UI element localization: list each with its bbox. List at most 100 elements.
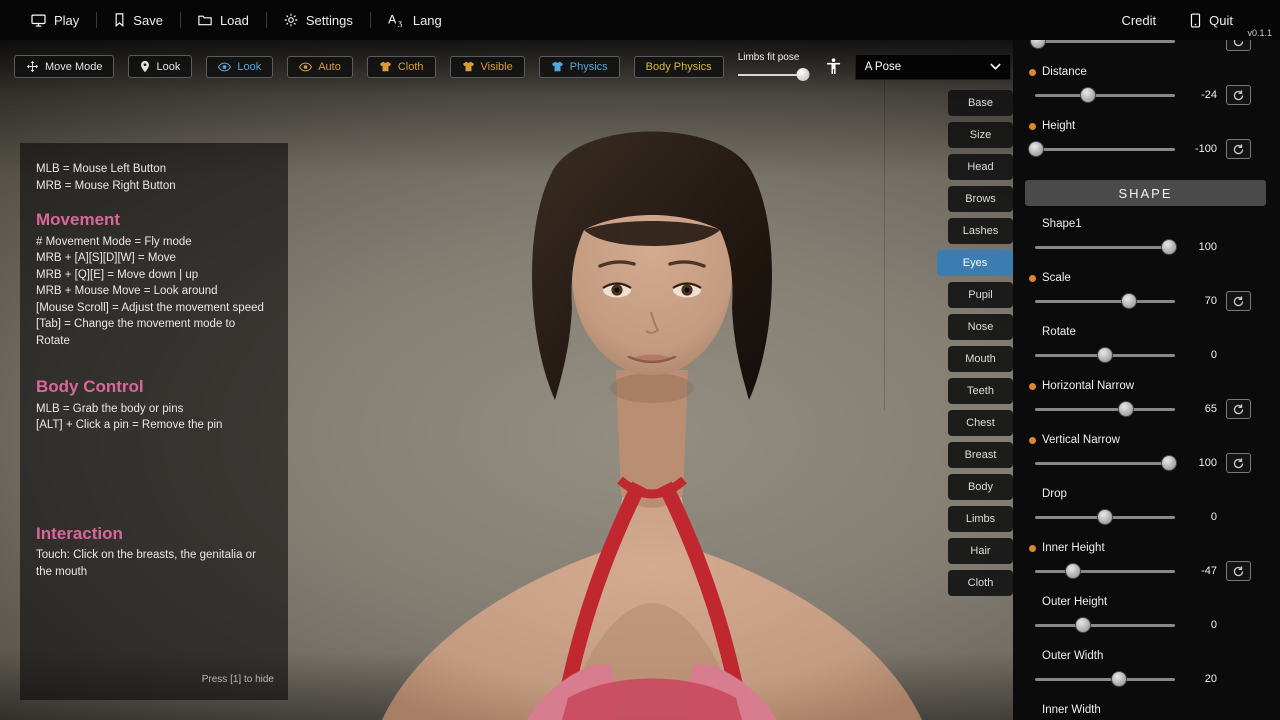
slider-knob[interactable] [1111, 671, 1127, 687]
category-tabs: BaseSizeHeadBrowsLashesEyesPupilNoseMout… [948, 90, 1013, 602]
tab-body[interactable]: Body [948, 474, 1013, 500]
slider-knob[interactable] [1065, 563, 1081, 579]
slider-value: -47 [1179, 565, 1217, 577]
slider-label: Inner Height [1029, 540, 1272, 556]
slider-knob[interactable] [1080, 87, 1096, 103]
slider-group-top: Distance-24Height-100 [1029, 40, 1272, 162]
reset-button[interactable] [1226, 399, 1251, 419]
slider-knob[interactable] [1118, 401, 1134, 417]
play-button[interactable]: Play [14, 0, 96, 40]
reset-button[interactable] [1226, 453, 1251, 473]
settings-label: Settings [306, 13, 353, 28]
slider-track[interactable] [1035, 148, 1175, 151]
body-physics-button[interactable]: Body Physics [634, 56, 724, 78]
limbs-fit-pose-label: Limbs fit pose [738, 52, 808, 63]
slider-track[interactable] [1035, 246, 1175, 249]
slider-row: 0 [1029, 342, 1272, 368]
help-section-body-control: Body Control MLB = Grab the body or pins… [36, 379, 272, 434]
slider-knob[interactable] [1097, 347, 1113, 363]
auto-label: Auto [318, 61, 341, 73]
help-line: MRB + Mouse Move = Look around [36, 283, 272, 300]
reset-button[interactable] [1226, 85, 1251, 105]
limbs-slider-knob[interactable] [796, 68, 809, 81]
help-line: Touch: Click on the breasts, the genital… [36, 547, 272, 580]
tab-limbs[interactable]: Limbs [948, 506, 1013, 532]
slider-label: Vertical Narrow [1029, 432, 1272, 448]
slider-label: Inner Width [1029, 702, 1272, 718]
settings-button[interactable]: Settings [267, 0, 370, 40]
view-toolbar: Move Mode Look Look Auto Cloth Visible [14, 52, 1011, 81]
slider-label: Distance [1029, 64, 1272, 80]
shirt-physics-icon [551, 61, 564, 72]
tab-base[interactable]: Base [948, 90, 1013, 116]
slider-track[interactable] [1035, 570, 1175, 573]
lang-button[interactable]: Aʒ Lang [371, 0, 459, 40]
reset-button[interactable] [1226, 40, 1251, 51]
tab-hair[interactable]: Hair [948, 538, 1013, 564]
slider-track[interactable] [1035, 408, 1175, 411]
look-eye-button[interactable]: Look [206, 56, 273, 78]
slider-track[interactable] [1035, 300, 1175, 303]
pose-dropdown[interactable]: A Pose [855, 54, 1011, 80]
slider-label: Horizontal Narrow [1029, 378, 1272, 394]
slider-label: Outer Height [1029, 594, 1272, 610]
look-pin-button[interactable]: Look [128, 55, 192, 78]
tab-mouth[interactable]: Mouth [948, 346, 1013, 372]
reset-button[interactable] [1226, 291, 1251, 311]
slider-track[interactable] [1035, 516, 1175, 519]
reset-button[interactable] [1226, 139, 1251, 159]
move-mode-button[interactable]: Move Mode [14, 55, 114, 78]
slider-knob[interactable] [1097, 509, 1113, 525]
tab-lashes[interactable]: Lashes [948, 218, 1013, 244]
monitor-play-icon [31, 14, 46, 27]
slider-track[interactable] [1035, 678, 1175, 681]
slider-value: 0 [1179, 511, 1217, 523]
credit-button[interactable]: Credit [1104, 0, 1173, 40]
slider-knob[interactable] [1075, 617, 1091, 633]
tab-pupil[interactable]: Pupil [948, 282, 1013, 308]
visible-button[interactable]: Visible [450, 56, 525, 78]
slider-knob[interactable] [1161, 239, 1177, 255]
physics-button[interactable]: Physics [539, 56, 620, 78]
eye-icon [218, 62, 231, 72]
look-pin-label: Look [156, 61, 180, 73]
slider-value: 65 [1179, 403, 1217, 415]
tab-eyes[interactable]: Eyes [937, 250, 1013, 276]
tab-nose[interactable]: Nose [948, 314, 1013, 340]
cloth-button[interactable]: Cloth [367, 56, 436, 78]
slider-track[interactable] [1035, 624, 1175, 627]
auto-button[interactable]: Auto [287, 56, 353, 78]
save-button[interactable]: Save [97, 0, 180, 40]
tab-teeth[interactable]: Teeth [948, 378, 1013, 404]
slider-knob[interactable] [1121, 293, 1137, 309]
move-arrows-icon [26, 60, 39, 73]
slider-track[interactable] [1035, 354, 1175, 357]
reset-button[interactable] [1226, 561, 1251, 581]
limbs-fit-pose-slider[interactable] [738, 68, 808, 81]
character-model[interactable] [352, 40, 952, 720]
modified-dot [1029, 275, 1036, 282]
slider-value: 20 [1179, 673, 1217, 685]
slider-row: 100 [1029, 234, 1272, 260]
tab-chest[interactable]: Chest [948, 410, 1013, 436]
slider-knob[interactable] [1161, 455, 1177, 471]
properties-panel: Distance-24Height-100 SHAPE Shape1100Sca… [1013, 40, 1280, 720]
tab-size[interactable]: Size [948, 122, 1013, 148]
slider-row: -100 [1029, 136, 1272, 162]
slider-track[interactable] [1035, 40, 1175, 43]
tab-brows[interactable]: Brows [948, 186, 1013, 212]
slider-knob[interactable] [1030, 40, 1046, 49]
panel-body: Distance-24Height-100 SHAPE Shape1100Sca… [1013, 40, 1280, 720]
load-button[interactable]: Load [181, 0, 266, 40]
save-label: Save [133, 13, 163, 28]
look-eye-label: Look [237, 61, 261, 73]
quit-button[interactable]: Quit [1173, 0, 1250, 40]
credit-label: Credit [1121, 13, 1156, 28]
slider-row: 0 [1029, 504, 1272, 530]
slider-knob[interactable] [1028, 141, 1044, 157]
tab-head[interactable]: Head [948, 154, 1013, 180]
slider-track[interactable] [1035, 94, 1175, 97]
tab-breast[interactable]: Breast [948, 442, 1013, 468]
tab-cloth[interactable]: Cloth [948, 570, 1013, 596]
slider-track[interactable] [1035, 462, 1175, 465]
